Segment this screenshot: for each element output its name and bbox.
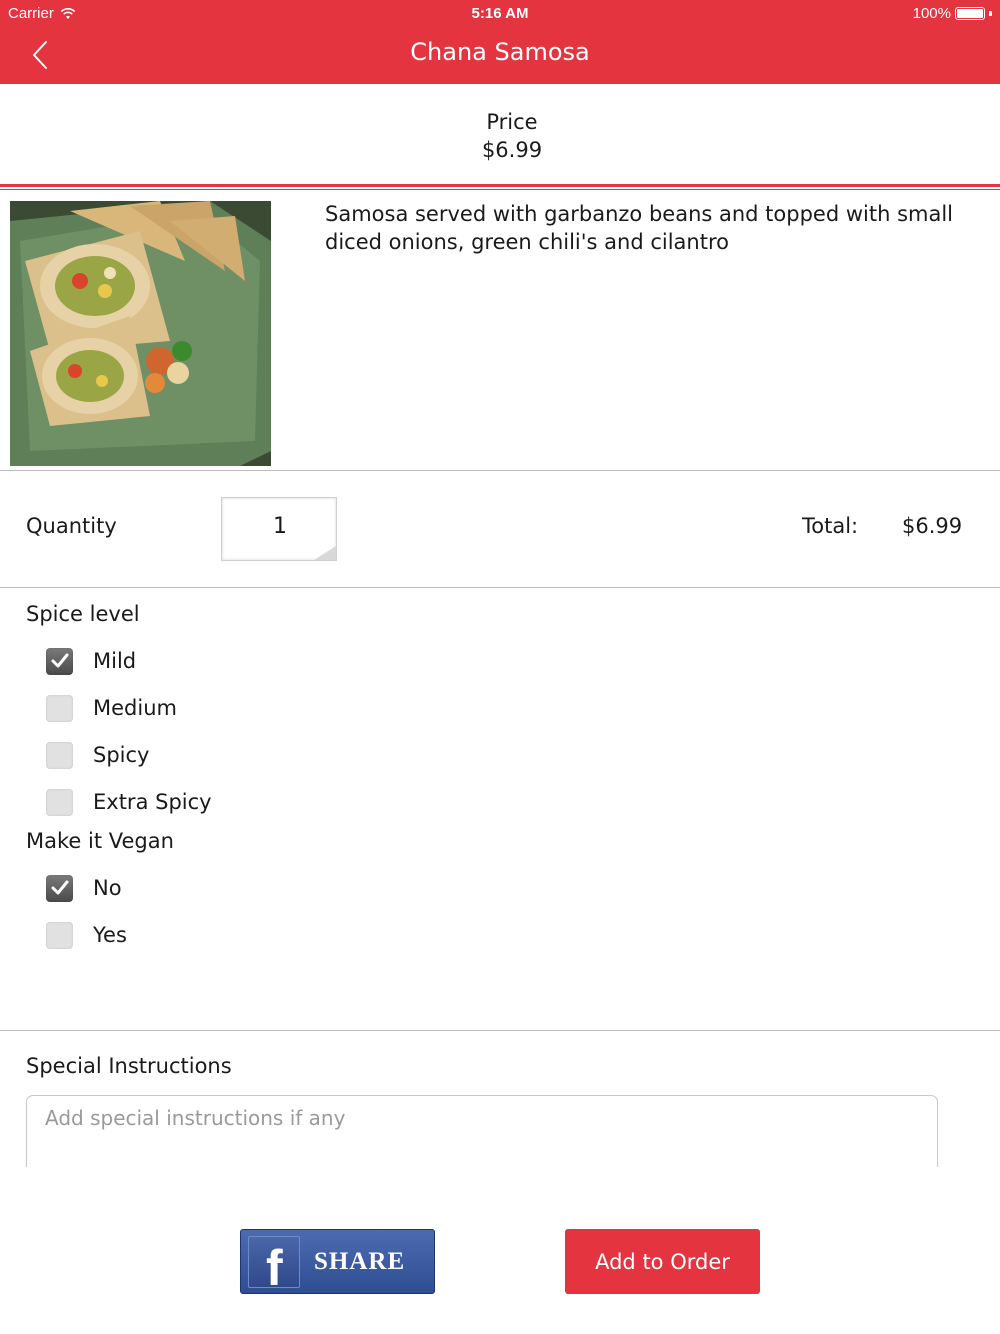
checkbox[interactable] bbox=[46, 647, 73, 675]
checkmark-icon bbox=[51, 653, 68, 668]
divider bbox=[0, 470, 1000, 471]
divider bbox=[0, 184, 1000, 187]
total-value: $6.99 bbox=[902, 514, 963, 538]
quantity-label: Quantity bbox=[26, 514, 117, 538]
spice-option-extra-spicy[interactable]: Extra Spicy bbox=[46, 788, 212, 816]
divider bbox=[0, 189, 1000, 190]
vegan-option-no[interactable]: No bbox=[46, 874, 122, 902]
checkbox[interactable] bbox=[46, 694, 73, 722]
samosa-photo bbox=[10, 201, 271, 466]
page-title: Chana Samosa bbox=[410, 38, 590, 66]
spice-level-title: Spice level bbox=[26, 602, 140, 626]
checkbox[interactable] bbox=[46, 921, 73, 949]
food-image bbox=[10, 201, 271, 466]
share-label: SHARE bbox=[314, 1247, 406, 1275]
option-label: Yes bbox=[93, 923, 127, 947]
spice-option-medium[interactable]: Medium bbox=[46, 694, 177, 722]
checkbox[interactable] bbox=[46, 741, 73, 769]
option-label: Spicy bbox=[93, 743, 150, 767]
price-label: Price bbox=[486, 110, 538, 134]
quantity-field[interactable]: 1 bbox=[221, 497, 337, 561]
spice-option-mild[interactable]: Mild bbox=[46, 647, 136, 675]
navigation-header: Carrier 5:16 AM 100% Chana Samosa bbox=[0, 0, 1000, 84]
special-instructions-input[interactable] bbox=[26, 1095, 938, 1167]
special-instructions-title: Special Instructions bbox=[26, 1054, 232, 1078]
vegan-title: Make it Vegan bbox=[26, 829, 174, 853]
price-value: $6.99 bbox=[481, 138, 543, 162]
checkbox[interactable] bbox=[46, 874, 73, 902]
checkbox[interactable] bbox=[46, 788, 73, 816]
option-label: Mild bbox=[93, 649, 137, 673]
resize-corner-icon bbox=[314, 546, 336, 560]
status-time: 5:16 AM bbox=[471, 5, 529, 22]
battery-icon bbox=[955, 7, 985, 20]
facebook-icon: f bbox=[248, 1235, 300, 1288]
option-label: Extra Spicy bbox=[93, 790, 212, 814]
option-label: Medium bbox=[93, 696, 177, 720]
spice-option-spicy[interactable]: Spicy bbox=[46, 741, 149, 769]
item-description: Samosa served with garbanzo beans and to… bbox=[325, 202, 954, 254]
divider bbox=[0, 587, 1000, 588]
battery-percent: 100% bbox=[912, 5, 951, 22]
status-battery: 100% bbox=[913, 5, 992, 22]
add-to-order-button[interactable]: Add to Order bbox=[565, 1229, 760, 1294]
vegan-option-yes[interactable]: Yes bbox=[46, 921, 127, 949]
quantity-value: 1 bbox=[273, 514, 287, 539]
divider bbox=[0, 1030, 1000, 1031]
total-label: Total: bbox=[802, 514, 859, 538]
facebook-share-button[interactable]: f SHARE bbox=[240, 1229, 435, 1294]
checkmark-icon bbox=[51, 880, 68, 895]
price-block: Price $6.99 bbox=[0, 108, 1000, 164]
option-label: No bbox=[93, 876, 122, 900]
